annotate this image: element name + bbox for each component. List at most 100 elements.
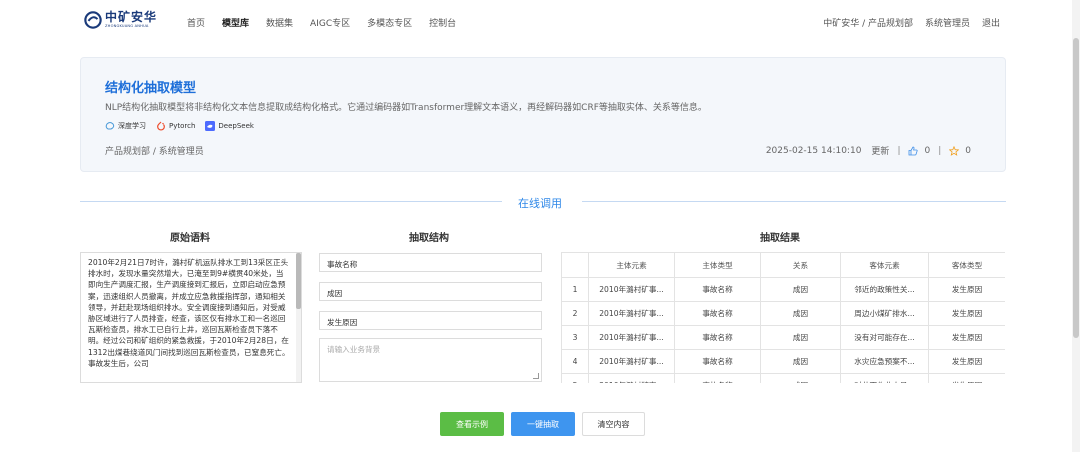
- tag-pytorch: Pytorch: [156, 121, 195, 131]
- section-divider-right: [582, 201, 1006, 202]
- brand-name-en: ZHONGKUANG ANHUA: [105, 24, 149, 29]
- deep-learning-icon: [105, 122, 115, 130]
- table-cell: 没有对可能存在...: [840, 325, 929, 350]
- divider: |: [897, 145, 901, 156]
- section-title: 在线调用: [518, 197, 562, 210]
- table-cell: 成因: [760, 325, 841, 350]
- structure-field-accident-name[interactable]: 事故名称: [319, 253, 542, 272]
- nav-model-library[interactable]: 模型库: [222, 16, 249, 29]
- tag-deepseek: DeepSeek: [205, 121, 254, 131]
- source-scrollbar-thumb[interactable]: [296, 253, 301, 309]
- pytorch-icon: [157, 121, 165, 131]
- table-cell: 2010年潞村矿事...: [588, 373, 675, 383]
- result-table-container: 主体元素 主体类型 关系 客体元素 客体类型 1 2010年潞村矿事... 事故名称…: [561, 252, 1005, 383]
- nav-multimodal[interactable]: 多模态专区: [367, 16, 412, 29]
- table-row: 1 2010年潞村矿事... 事故名称 成因 邻近的政策性关... 发生原因: [561, 277, 1005, 302]
- table-cell: 成因: [760, 301, 841, 326]
- table-cell: 成因: [760, 373, 841, 383]
- model-title: 结构化抽取模型: [105, 81, 197, 96]
- nav-console[interactable]: 控制台: [429, 16, 456, 29]
- table-row: 2 2010年潞村矿事... 事故名称 成因 周边小煤矿排水... 发生原因: [561, 301, 1005, 326]
- table-cell: 2010年潞村矿事...: [588, 301, 675, 326]
- source-heading: 原始语料: [170, 233, 210, 244]
- source-text[interactable]: 2010年2月21日7时许，潞村矿机运队排水工到13采区正头排水时，发现水量突然…: [81, 253, 301, 369]
- table-cell: 2: [561, 301, 589, 326]
- table-cell: 成因: [760, 277, 841, 302]
- section-divider-left: [80, 201, 502, 202]
- model-owner: 产品规划部 / 系统管理员: [105, 147, 204, 157]
- top-navbar: 中矿安华 ZHONGKUANG ANHUA 首页 模型库 数据集 AIGC专区 …: [0, 0, 1080, 44]
- nav-aigc[interactable]: AIGC专区: [310, 16, 350, 29]
- table-cell: 周边小煤矿排水...: [840, 301, 929, 326]
- table-cell: 事故名称: [674, 277, 761, 302]
- table-cell: 成因: [760, 349, 841, 374]
- table-cell: 对井下作业人员...: [840, 373, 929, 383]
- business-background-input[interactable]: 请输入业务背景: [319, 338, 542, 382]
- table-cell: 4: [561, 349, 589, 374]
- page-scrollbar-thumb[interactable]: [1073, 38, 1079, 338]
- table-cell: 事故名称: [674, 373, 761, 383]
- table-cell: 事故名称: [674, 301, 761, 326]
- model-stats: 2025-02-15 14:10:10 更新 | 0 | 0: [766, 144, 971, 157]
- header-object-type: 客体类型: [928, 252, 1005, 278]
- main-nav: 首页 模型库 数据集 AIGC专区 多模态专区 控制台: [187, 16, 473, 29]
- table-row: 4 2010年潞村矿事... 事故名称 成因 水灾应急预案不... 发生原因: [561, 349, 1005, 374]
- structure-field-cause[interactable]: 成因: [319, 282, 542, 301]
- thumbs-up-icon[interactable]: [908, 146, 919, 156]
- table-row: 3 2010年潞村矿事... 事故名称 成因 没有对可能存在... 发生原因: [561, 325, 1005, 350]
- header-subject-type: 主体类型: [674, 252, 761, 278]
- table-cell: 发生原因: [928, 277, 1005, 302]
- logout-link[interactable]: 退出: [982, 16, 1000, 29]
- divider: |: [938, 145, 942, 156]
- tag-deep-learning: 深度学习: [105, 121, 146, 131]
- table-cell: 发生原因: [928, 373, 1005, 383]
- result-heading: 抽取结果: [760, 233, 800, 244]
- tag-label: DeepSeek: [218, 122, 254, 130]
- tag-label: 深度学习: [118, 122, 146, 130]
- table-cell: 2010年潞村矿事...: [588, 277, 675, 302]
- structure-heading: 抽取结构: [409, 233, 449, 244]
- page-scrollbar[interactable]: [1072, 0, 1080, 452]
- table-cell: 2010年潞村矿事...: [588, 349, 675, 374]
- structure-field-reason[interactable]: 发生原因: [319, 311, 542, 330]
- table-cell: 5: [561, 373, 589, 383]
- table-header-row: 主体元素 主体类型 关系 客体元素 客体类型: [561, 252, 1005, 278]
- table-cell: 事故名称: [674, 325, 761, 350]
- star-icon[interactable]: [949, 145, 960, 156]
- brand-name: 中矿安华: [105, 10, 158, 25]
- table-cell: 邻近的政策性关...: [840, 277, 929, 302]
- table-cell: 事故名称: [674, 349, 761, 374]
- table-cell: 水灾应急预案不...: [840, 349, 929, 374]
- header-object: 客体元素: [840, 252, 929, 278]
- tag-label: Pytorch: [169, 122, 196, 130]
- table-cell: 发生原因: [928, 301, 1005, 326]
- source-text-input[interactable]: 2010年2月21日7时许，潞村矿机运队排水工到13采区正头排水时，发现水量突然…: [80, 252, 302, 383]
- header-relation: 关系: [760, 252, 841, 278]
- header-index: [561, 252, 589, 278]
- business-background-placeholder: 请输入业务背景: [327, 345, 381, 354]
- star-count: 0: [965, 145, 971, 156]
- org-breadcrumb[interactable]: 中矿安华 / 产品规划部: [823, 16, 913, 29]
- nav-datasets[interactable]: 数据集: [266, 16, 293, 29]
- header-subject: 主体元素: [588, 252, 675, 278]
- brand-logo[interactable]: 中矿安华 ZHONGKUANG ANHUA: [84, 11, 157, 29]
- nav-home[interactable]: 首页: [187, 16, 205, 29]
- like-count: 0: [924, 145, 931, 156]
- table-cell: 发生原因: [928, 349, 1005, 374]
- updated-time: 2025-02-15 14:10:10: [765, 145, 862, 156]
- source-scrollbar[interactable]: [296, 253, 301, 382]
- table-row: 52010年潞村矿事...事故名称成因对井下作业人员...发生原因: [561, 373, 1005, 383]
- user-name[interactable]: 系统管理员: [925, 16, 970, 29]
- result-table: 主体元素 主体类型 关系 客体元素 客体类型 1 2010年潞村矿事... 事故名称…: [561, 252, 1005, 383]
- table-cell: 1: [561, 277, 589, 302]
- resize-handle-icon[interactable]: [533, 373, 539, 379]
- user-menu: 中矿安华 / 产品规划部 系统管理员 退出: [811, 16, 1000, 29]
- clear-button[interactable]: 清空内容: [582, 412, 645, 436]
- view-example-button[interactable]: 查看示例: [440, 412, 504, 436]
- table-cell: 发生原因: [928, 325, 1005, 350]
- extract-button[interactable]: 一键抽取: [511, 412, 575, 436]
- logo-icon: [84, 11, 102, 29]
- model-description: NLP结构化抽取模型将非结构化文本信息提取成结构化格式。它通过编码器如Trans…: [105, 103, 707, 113]
- updated-label: 更新: [871, 147, 890, 157]
- table-cell: 2010年潞村矿事...: [588, 325, 675, 350]
